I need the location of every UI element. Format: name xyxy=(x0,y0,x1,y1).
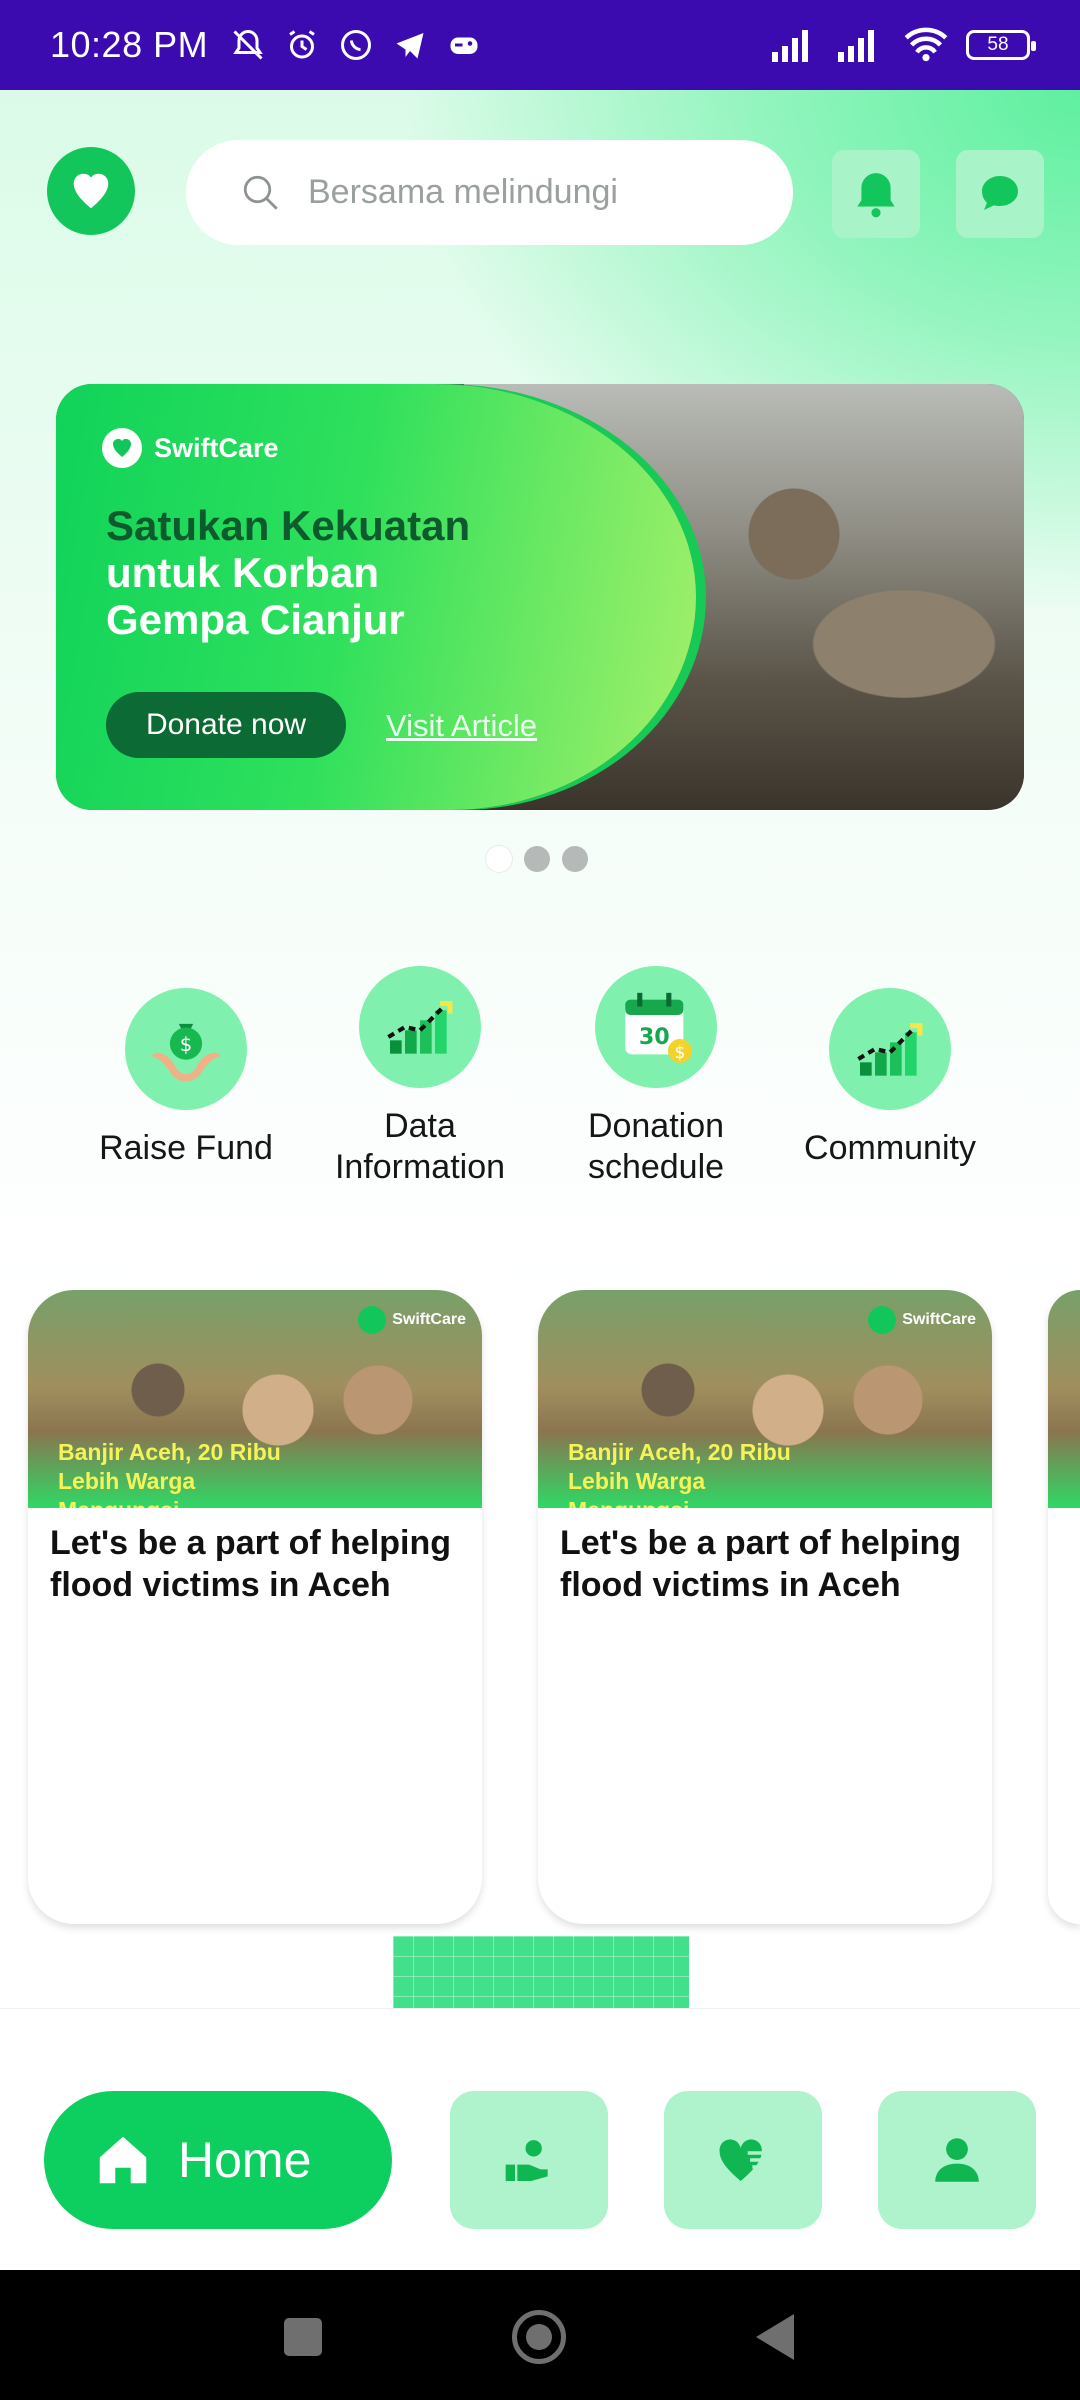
campaign-card[interactable]: SwiftCare Banjir Aceh, 20 Ribu Lebih War… xyxy=(538,1290,992,1924)
status-time: 10:28 PM xyxy=(50,24,209,65)
svg-text:$: $ xyxy=(674,1043,685,1063)
chat-bubble-icon xyxy=(982,176,1018,210)
brand-logo-icon xyxy=(102,428,142,468)
growth-chart-icon xyxy=(829,988,951,1110)
chat-button[interactable] xyxy=(956,150,1044,238)
brand-name: SwiftCare xyxy=(154,432,279,463)
heart-list-icon xyxy=(719,2139,764,2181)
search-icon xyxy=(243,175,278,210)
visit-article-link[interactable]: Visit Article xyxy=(386,708,537,744)
calendar-30-icon: 30 $ xyxy=(595,966,717,1088)
hand-giving-icon xyxy=(505,2140,548,2181)
money-hands-icon: $ xyxy=(125,988,247,1110)
alarm-icon xyxy=(289,30,315,59)
headline-line-2: untuk Korban xyxy=(106,549,379,596)
nav-home-label: Home xyxy=(178,2132,312,2188)
battery-indicator: 58 xyxy=(966,30,1036,60)
donate-now-button[interactable]: Donate now xyxy=(106,692,346,758)
card-title: Let's be a part of helping flood victims… xyxy=(50,1524,452,1604)
campaign-card-image xyxy=(1048,1290,1080,1508)
carousel-indicator xyxy=(486,846,588,872)
carousel-dot-1[interactable] xyxy=(486,846,512,872)
nav-profile-button[interactable] xyxy=(878,2091,1036,2229)
card-brand-badge: SwiftCare xyxy=(868,1306,976,1334)
wifi-icon xyxy=(904,27,948,62)
banner-headline: Satukan Kekuatan untuk Korban Gempa Cian… xyxy=(106,502,470,643)
search-bar[interactable]: Bersama melindungi xyxy=(186,140,793,245)
menu-label-raise-fund: Raise Fund xyxy=(99,1129,273,1167)
app-logo[interactable] xyxy=(47,147,135,235)
whatsapp-icon xyxy=(341,30,372,60)
nav-favorites-button[interactable] xyxy=(664,2091,822,2229)
carousel-dot-2[interactable] xyxy=(524,846,550,872)
card-image-caption: Banjir Aceh, 20 Ribu Lebih Warga Mengung… xyxy=(568,1439,791,1508)
menu-data-information[interactable]: Data Information xyxy=(320,966,520,1188)
banner-brand: SwiftCare xyxy=(102,428,279,468)
campaign-card-image: SwiftCare Banjir Aceh, 20 Ribu Lebih War… xyxy=(538,1290,992,1508)
svg-text:30: 30 xyxy=(639,1024,670,1050)
home-circle-icon[interactable] xyxy=(512,2310,566,2364)
campaign-card-image: SwiftCare Banjir Aceh, 20 Ribu Lebih War… xyxy=(28,1290,482,1508)
telegram-icon xyxy=(396,33,424,59)
carousel-dot-3[interactable] xyxy=(562,846,588,872)
campaign-card-peek[interactable] xyxy=(1048,1290,1080,1924)
campaign-card[interactable]: SwiftCare Banjir Aceh, 20 Ribu Lebih War… xyxy=(28,1290,482,1924)
search-placeholder: Bersama melindungi xyxy=(308,173,618,211)
signal-icon-2 xyxy=(838,30,874,62)
recents-icon[interactable] xyxy=(284,2318,322,2356)
menu-community[interactable]: Community xyxy=(790,988,990,1169)
svg-text:$: $ xyxy=(180,1033,193,1056)
notification-icons xyxy=(230,27,482,63)
brand-logo-icon xyxy=(358,1306,387,1334)
game-controller-icon xyxy=(450,37,478,54)
nav-donate-button[interactable] xyxy=(450,2091,608,2229)
card-image-caption: Banjir Aceh, 20 Ribu Lebih Warga Mengung… xyxy=(58,1439,281,1508)
status-bar: 10:28 PM 58 xyxy=(0,0,1080,90)
user-icon xyxy=(935,2138,979,2182)
card-brand-badge: SwiftCare xyxy=(358,1306,466,1334)
bottom-navigation: Home xyxy=(0,2008,1080,2270)
card-title: Let's be a part of helping flood victims… xyxy=(560,1524,962,1604)
growth-chart-icon xyxy=(359,966,481,1088)
system-icons: 58 xyxy=(772,27,1036,63)
nav-home-button[interactable]: Home xyxy=(44,2091,392,2229)
grid-pattern-decoration xyxy=(393,1936,689,2008)
headline-line-1: Satukan Kekuatan xyxy=(106,502,471,549)
promo-banner[interactable]: SwiftCare Satukan Kekuatan untuk Korban … xyxy=(56,384,1024,810)
home-icon xyxy=(99,2136,147,2184)
menu-label-data-information: Data Information xyxy=(334,1107,506,1186)
menu-raise-fund[interactable]: $ Raise Fund xyxy=(86,988,286,1169)
bell-icon xyxy=(857,173,895,218)
headline-line-3: Gempa Cianjur xyxy=(106,596,405,643)
card-brand-name: SwiftCare xyxy=(902,1311,976,1328)
menu-label-community: Community xyxy=(804,1129,976,1167)
system-navigation-bar xyxy=(0,2270,1080,2400)
back-icon[interactable] xyxy=(756,2314,794,2360)
signal-icon xyxy=(772,30,808,62)
heart-leaf-icon xyxy=(73,173,109,209)
menu-label-donation-schedule: Donation schedule xyxy=(587,1107,725,1186)
mute-bell-icon xyxy=(233,29,263,60)
menu-donation-schedule[interactable]: 30 $ Donation schedule xyxy=(556,966,756,1188)
notification-button[interactable] xyxy=(832,150,920,238)
brand-logo-icon xyxy=(868,1306,897,1334)
card-brand-name: SwiftCare xyxy=(392,1311,466,1328)
